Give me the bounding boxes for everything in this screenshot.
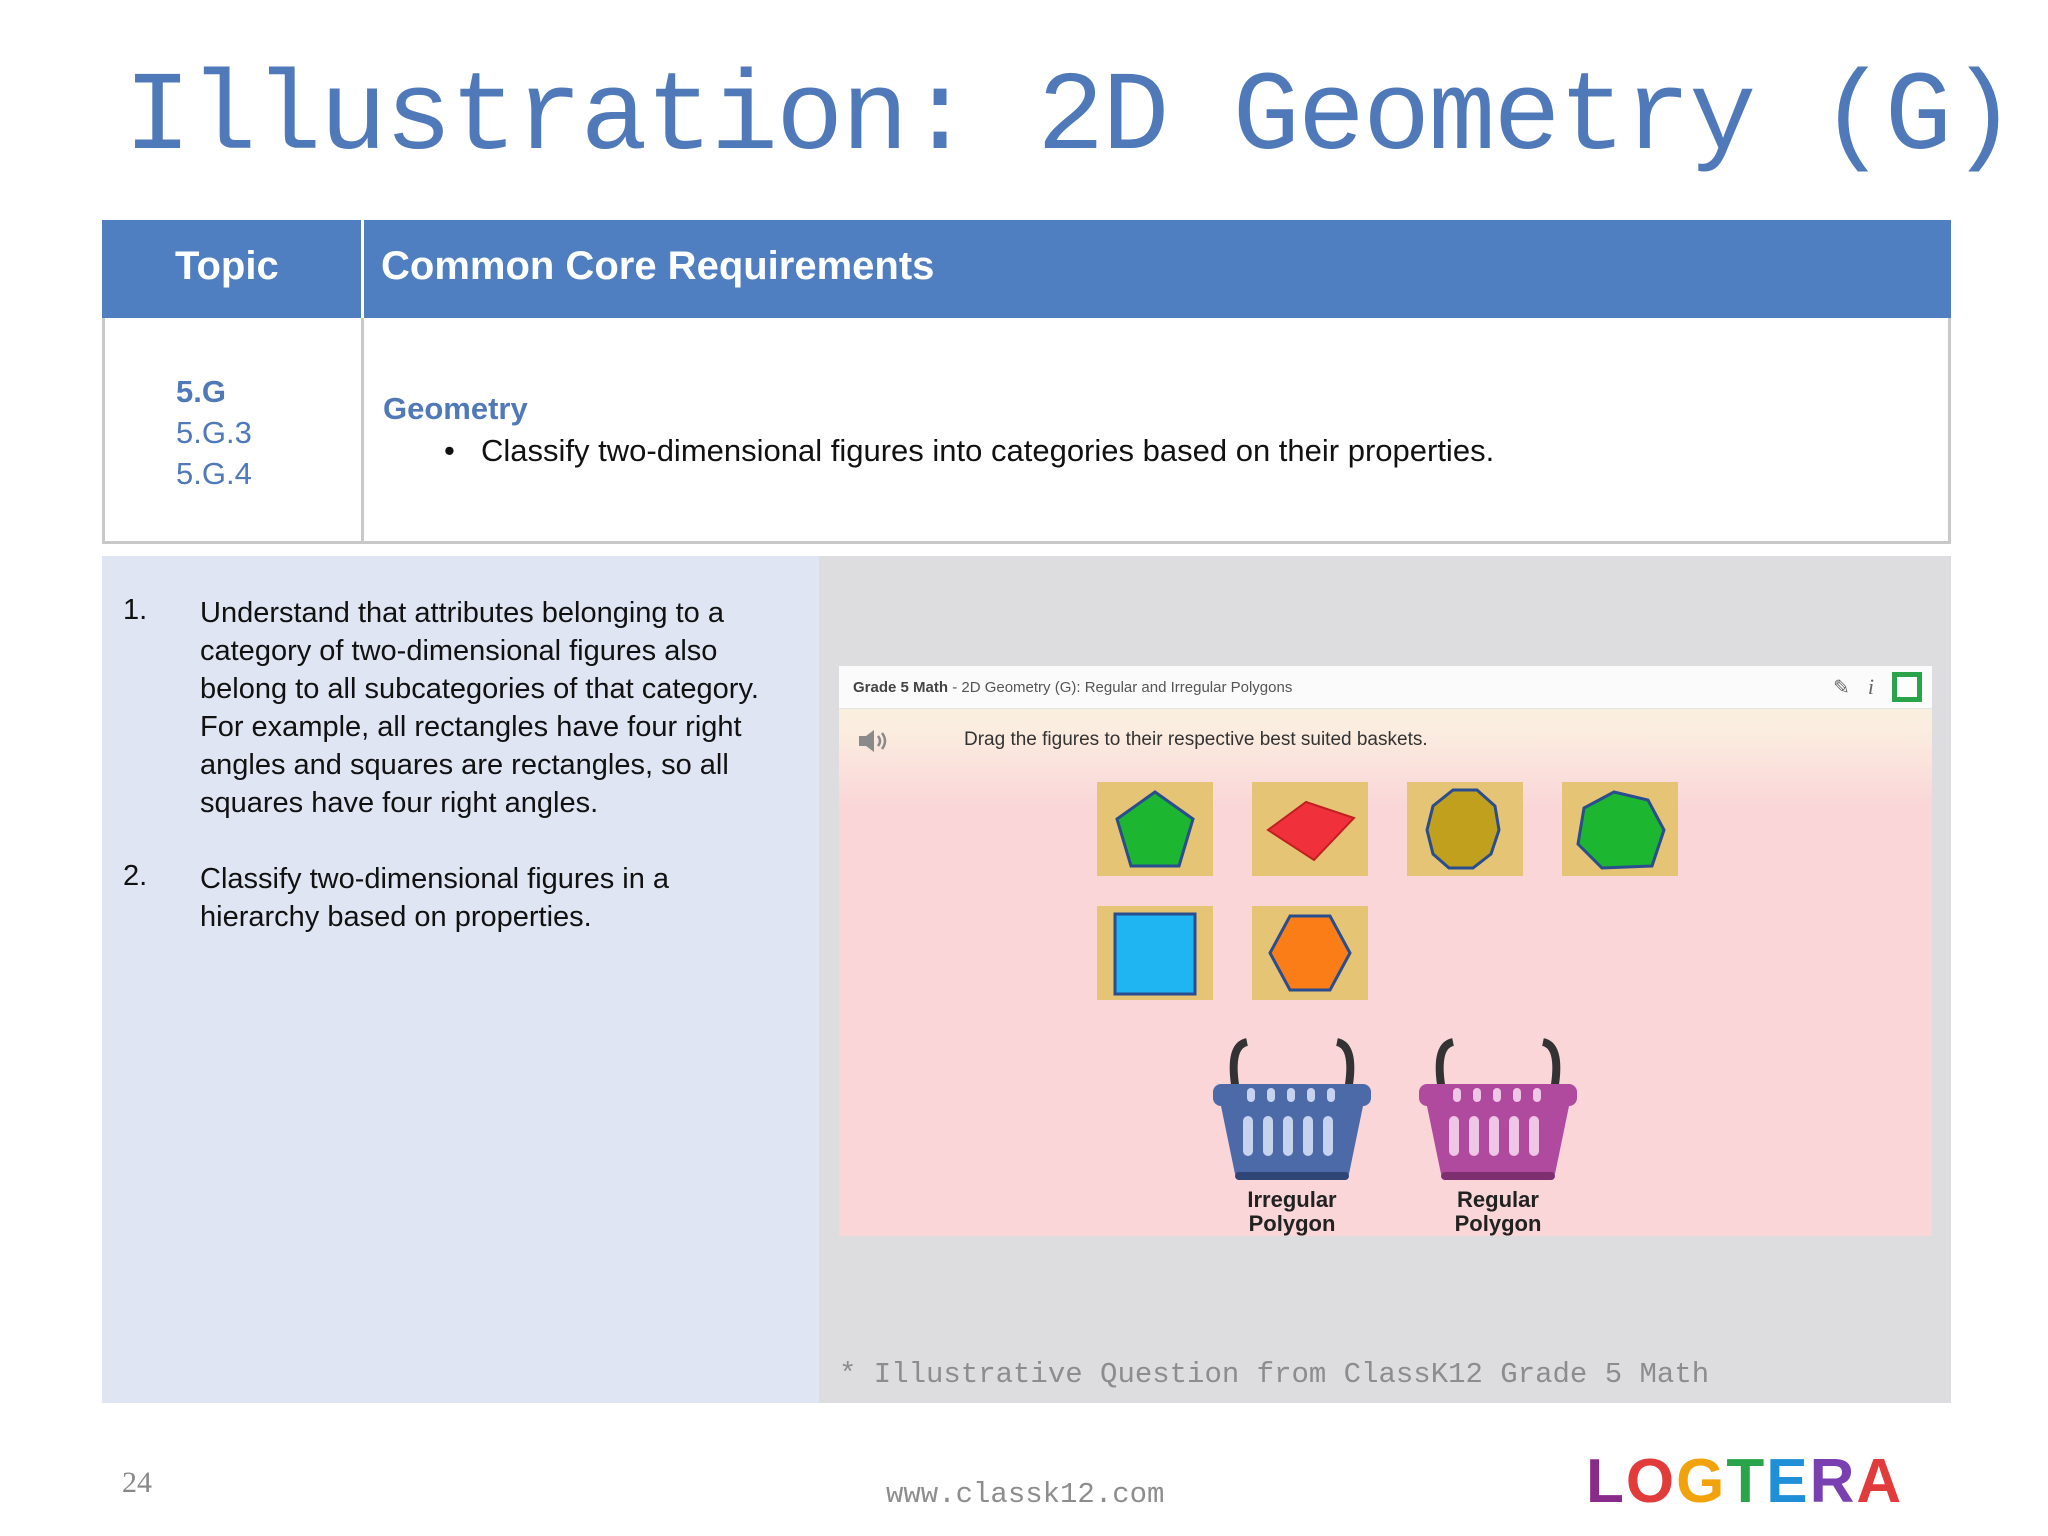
green-heptagon-icon bbox=[1576, 790, 1666, 870]
shape-tile[interactable] bbox=[1097, 906, 1213, 1000]
activity-toolbar: ✎ i bbox=[1833, 672, 1922, 702]
shape-tile[interactable] bbox=[1407, 782, 1523, 876]
green-pentagon-icon bbox=[1115, 790, 1195, 868]
table-header-row: Topic Common Core Requirements bbox=[102, 220, 1951, 318]
blue-basket-icon bbox=[1213, 1038, 1371, 1180]
basket-label-line: Regular bbox=[1457, 1187, 1539, 1212]
topic-sub-code: 5.G.4 bbox=[176, 456, 252, 491]
list-item-number: 1. bbox=[123, 594, 148, 626]
svg-text:LOGTERA: LOGTERA bbox=[1586, 1447, 1903, 1516]
red-rhombus-icon bbox=[1266, 800, 1356, 862]
requirement-heading: Geometry bbox=[383, 391, 528, 426]
orange-hexagon-icon bbox=[1268, 914, 1352, 992]
pencil-icon[interactable]: ✎ bbox=[1833, 675, 1850, 700]
page-number: 24 bbox=[122, 1466, 152, 1499]
irregular-polygon-basket[interactable]: Irregular Polygon bbox=[1207, 1036, 1377, 1236]
activity-header: Grade 5 Math - 2D Geometry (G): Regular … bbox=[839, 666, 1932, 709]
list-item-number: 2. bbox=[123, 860, 148, 892]
list-item: 1. Understand that attributes belonging … bbox=[102, 594, 819, 822]
standards-list: 1. Understand that attributes belonging … bbox=[102, 594, 819, 974]
list-item: 2. Classify two-dimensional figures in a… bbox=[102, 860, 819, 936]
topic-sub-code: 5.G.3 bbox=[176, 415, 252, 450]
basket-label-line: Irregular bbox=[1247, 1187, 1337, 1212]
illustration-panel: Grade 5 Math - 2D Geometry (G): Regular … bbox=[819, 556, 1951, 1403]
breadcrumb: Grade 5 Math - 2D Geometry (G): Regular … bbox=[853, 679, 1292, 696]
breadcrumb-grade: Grade 5 Math bbox=[853, 679, 949, 696]
shape-tile[interactable] bbox=[1562, 782, 1678, 876]
bullet-icon: • bbox=[444, 433, 455, 468]
google-classroom-icon[interactable] bbox=[1892, 672, 1922, 702]
olive-octagon-icon bbox=[1425, 788, 1501, 870]
shape-tile[interactable] bbox=[1252, 782, 1368, 876]
activity-instruction: Drag the figures to their respective bes… bbox=[964, 729, 1428, 750]
header-requirements: Common Core Requirements bbox=[381, 244, 935, 288]
header-topic: Topic bbox=[175, 244, 279, 288]
shape-tile[interactable] bbox=[1252, 906, 1368, 1000]
list-item-text: Understand that attributes belonging to … bbox=[200, 597, 759, 819]
requirements-table: Topic Common Core Requirements 5.G 5.G.3… bbox=[102, 220, 1951, 544]
list-item-text: Classify two-dimensional figures in a hi… bbox=[200, 863, 670, 933]
shape-tile[interactable] bbox=[1097, 782, 1213, 876]
requirement-bullet: • Classify two-dimensional figures into … bbox=[444, 433, 1495, 469]
slide-title: Illustration: 2D Geometry (G) bbox=[124, 55, 2017, 182]
logtera-logo: LOGTERA bbox=[1586, 1447, 1903, 1516]
regular-polygon-basket[interactable]: Regular Polygon bbox=[1413, 1036, 1583, 1236]
standards-panel: 1. Understand that attributes belonging … bbox=[102, 556, 819, 1403]
purple-basket-icon bbox=[1419, 1038, 1577, 1180]
basket-label: Irregular Polygon bbox=[1207, 1188, 1377, 1236]
breadcrumb-topic: - 2D Geometry (G): Regular and Irregular… bbox=[948, 679, 1293, 696]
topic-main-code: 5.G bbox=[176, 374, 226, 409]
activity-screenshot: Grade 5 Math - 2D Geometry (G): Regular … bbox=[839, 666, 1932, 1236]
requirement-bullet-text: Classify two-dimensional figures into ca… bbox=[481, 433, 1495, 468]
basket-label: Regular Polygon bbox=[1413, 1188, 1583, 1236]
footer-url: www.classk12.com bbox=[886, 1478, 1165, 1511]
speaker-icon[interactable] bbox=[857, 728, 891, 754]
topic-codes: 5.G 5.G.3 5.G.4 bbox=[176, 371, 252, 494]
header-divider bbox=[361, 220, 364, 318]
basket-label-line: Polygon bbox=[1248, 1211, 1336, 1236]
illustration-caption: * Illustrative Question from ClassK12 Gr… bbox=[839, 1358, 1710, 1391]
info-icon[interactable]: i bbox=[1868, 674, 1874, 700]
basket-label-line: Polygon bbox=[1454, 1211, 1542, 1236]
blue-square-icon bbox=[1113, 912, 1197, 996]
